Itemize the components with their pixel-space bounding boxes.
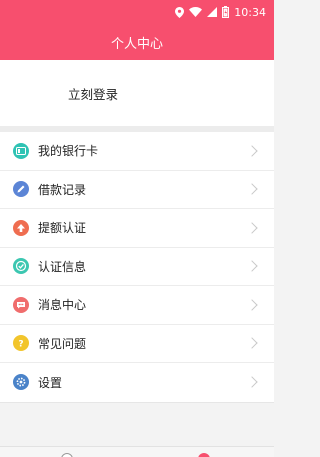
chevron-right-icon (246, 222, 258, 234)
chevron-right-icon (246, 145, 258, 157)
chevron-right-icon (246, 337, 258, 349)
menu-item-verification-info[interactable]: 认证信息 (0, 248, 274, 286)
menu-item-loan-records[interactable]: 借款记录 (0, 171, 274, 209)
header: 个人中心 (0, 24, 274, 60)
profile-tab-icon[interactable] (198, 453, 210, 457)
chevron-right-icon (246, 376, 258, 388)
menu-item-faq[interactable]: ? 常见问题 (0, 325, 274, 363)
menu-item-settings[interactable]: 设置 (0, 363, 274, 402)
bottom-tab-bar (0, 446, 274, 457)
signal-icon (207, 7, 218, 17)
menu-item-label: 借款记录 (38, 182, 87, 197)
login-area[interactable]: 立刻登录 (0, 60, 274, 126)
wifi-icon (189, 7, 203, 17)
arrow-up-icon (13, 219, 29, 236)
message-icon (13, 296, 29, 313)
menu-item-label: 常见问题 (38, 336, 87, 351)
gear-icon (13, 374, 29, 391)
menu-item-label: 提额认证 (38, 221, 87, 236)
menu-item-label: 我的银行卡 (38, 144, 99, 159)
question-icon: ? (13, 335, 29, 352)
status-bar: 10:34 (0, 0, 274, 24)
menu-item-label: 消息中心 (38, 298, 87, 313)
menu-item-label: 认证信息 (38, 259, 87, 274)
menu-list: 我的银行卡 借款记录 提额认证 认证信息 消息中心 ? 常见问题 设置 (0, 132, 274, 403)
menu-item-message-center[interactable]: 消息中心 (0, 286, 274, 325)
bank-card-icon (13, 142, 29, 159)
login-button[interactable]: 立刻登录 (68, 84, 118, 103)
page-title: 个人中心 (110, 36, 163, 52)
home-tab-icon[interactable] (61, 453, 73, 457)
location-icon (175, 6, 185, 18)
pencil-icon (13, 181, 29, 198)
chevron-right-icon (246, 260, 258, 272)
menu-item-bank-card[interactable]: 我的银行卡 (0, 132, 274, 171)
check-icon (13, 258, 29, 275)
menu-item-label: 设置 (38, 375, 63, 390)
battery-icon (222, 6, 230, 18)
chevron-right-icon (246, 183, 258, 195)
menu-item-credit-increase[interactable]: 提额认证 (0, 209, 274, 248)
svg-text:?: ? (18, 340, 23, 349)
status-time: 10:34 (234, 5, 266, 19)
chevron-right-icon (246, 299, 258, 311)
